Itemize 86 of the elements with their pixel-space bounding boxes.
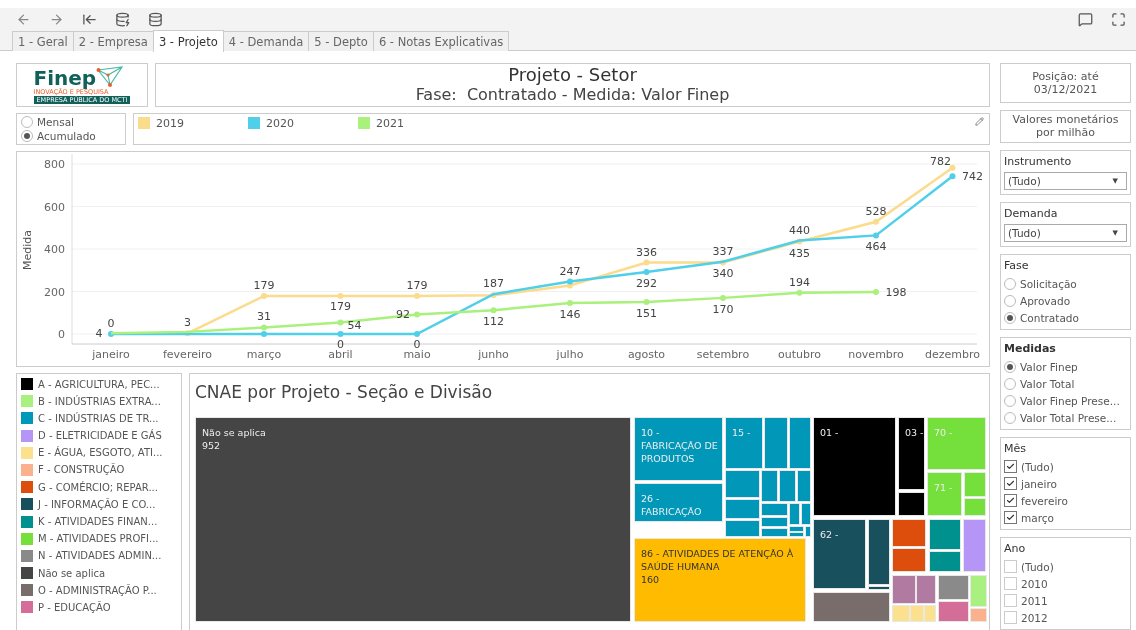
tile-label: 15 - <box>732 426 752 439</box>
legend-label: M - ATIVIDADES PROFI... <box>38 533 159 545</box>
data-label: 4 <box>95 327 103 341</box>
tile-label: 62 - <box>820 528 840 541</box>
data-label: 187 <box>483 277 504 291</box>
legend-label: C - INDÚSTRIAS DE TR... <box>38 412 159 424</box>
axis-tick-label: 200 <box>44 285 65 299</box>
data-label: 464 <box>865 240 887 254</box>
data-label: 440 <box>789 223 810 237</box>
legend-label: B - INDÚSTRIAS EXTRA... <box>38 395 161 407</box>
axis-tick-label: janeiro <box>92 348 130 361</box>
logo-wordmark: Finep <box>33 68 97 88</box>
legend-label: Não se aplica <box>38 567 106 579</box>
legend-label: J - INFORMAÇÃO E CO... <box>38 498 156 510</box>
axis-tick-label: fevereiro <box>163 348 212 361</box>
tile-label: 10 - FABRICAÇÃO DE PRODUTOS <box>641 426 719 465</box>
position-date: Posição: até 03/12/2021 <box>1000 63 1131 103</box>
data-label: 0 <box>413 338 421 351</box>
axis-tick-label: 0 <box>58 328 65 341</box>
filter-title: Mês <box>1004 442 1027 455</box>
axis-tick-label: outubro <box>778 348 821 361</box>
tile-label: 26 - FABRICAÇÃO <box>641 492 703 518</box>
tile-label: Não se aplica 952 <box>202 426 267 452</box>
legend-label: G - COMÉRCIO; REPAR... <box>38 481 158 493</box>
data-label: 782 <box>930 154 951 168</box>
axis-tick-label: agosto <box>627 348 666 361</box>
data-label: 179 <box>253 278 275 292</box>
data-label: 179 <box>406 278 428 292</box>
tile-label: 71 - <box>934 481 954 494</box>
axis-tick-label: julho <box>556 348 584 361</box>
legend-label: O - ADMINISTRAÇÃO P... <box>38 584 157 596</box>
data-label: 151 <box>636 306 657 320</box>
data-label: 0 <box>107 317 115 330</box>
data-label: 337 <box>712 245 734 259</box>
filter-title: Ano <box>1004 542 1027 555</box>
legend-label: 2020 <box>266 117 294 130</box>
tile-label: 01 - <box>820 426 840 439</box>
data-label: 31 <box>257 310 271 324</box>
data-label: 198 <box>885 285 907 299</box>
dashboard-title: Projeto - Setor <box>508 65 637 85</box>
axis-tick-label: novembro <box>848 348 904 361</box>
data-label: 170 <box>712 302 734 316</box>
tile-label: 86 - ATIVIDADES DE ATENÇÃO À SAÚDE HUMANA 160 <box>641 547 795 586</box>
data-label: 336 <box>636 245 657 259</box>
axis-tick-label: 600 <box>44 200 65 214</box>
legend-label: E - ÁGUA, ESGOTO, ATI... <box>38 447 163 459</box>
axis-tick-label: setembro <box>696 348 750 361</box>
legend-label: 2019 <box>156 117 184 130</box>
axis-title: Medida <box>21 230 34 270</box>
data-label: 0 <box>337 338 344 351</box>
legend-label: N - ATIVIDADES ADMIN... <box>38 550 162 562</box>
data-label: 292 <box>636 276 657 290</box>
tile-label: 70 - <box>934 426 954 439</box>
axis-tick-label: junho <box>478 348 509 361</box>
data-label: 112 <box>483 315 504 329</box>
filter-title: Medidas <box>1004 342 1057 355</box>
axis-tick-label: 400 <box>44 243 65 256</box>
legend-label: 2021 <box>376 117 404 130</box>
data-label: 92 <box>396 308 410 322</box>
treemap-title: CNAE por Projeto - Seção e Divisão <box>195 382 494 402</box>
data-label: 742 <box>962 170 983 184</box>
tile-label: 03 - <box>905 426 924 439</box>
axis-tick-label: dezembro <box>925 348 980 361</box>
data-label: 340 <box>712 266 734 280</box>
legend-label: A - AGRICULTURA, PEC... <box>38 378 160 390</box>
axis-tick-label: maio <box>403 348 431 361</box>
dashboard-subtitle: Fase: Contratado - Medida: Valor Finep <box>415 85 730 105</box>
filter-title: Fase <box>1004 259 1030 272</box>
data-label: 194 <box>789 275 810 289</box>
data-label: 528 <box>865 204 887 218</box>
axis-tick-label: 800 <box>44 158 65 171</box>
data-label: 179 <box>330 299 351 313</box>
legend-label: K - ATIVIDADES FINAN... <box>38 516 158 527</box>
legend-label: D - ELETRICIDADE E GÁS <box>38 430 162 442</box>
data-label: 247 <box>559 264 581 278</box>
legend-label: P - EDUCAÇÃO <box>38 601 111 613</box>
legend-label: F - CONSTRUÇÃO <box>38 464 125 476</box>
data-label: 3 <box>184 316 191 330</box>
data-label: 435 <box>789 246 810 260</box>
axis-tick-label: março <box>246 348 282 361</box>
currency-note: Valores monetários por milhão <box>1000 109 1131 143</box>
data-label: 54 <box>347 318 362 332</box>
axis-tick-label: abril <box>328 348 353 361</box>
data-label: 146 <box>559 308 581 321</box>
filter-title: Demanda <box>1004 207 1059 220</box>
filter-title: Instrumento <box>1004 155 1073 168</box>
